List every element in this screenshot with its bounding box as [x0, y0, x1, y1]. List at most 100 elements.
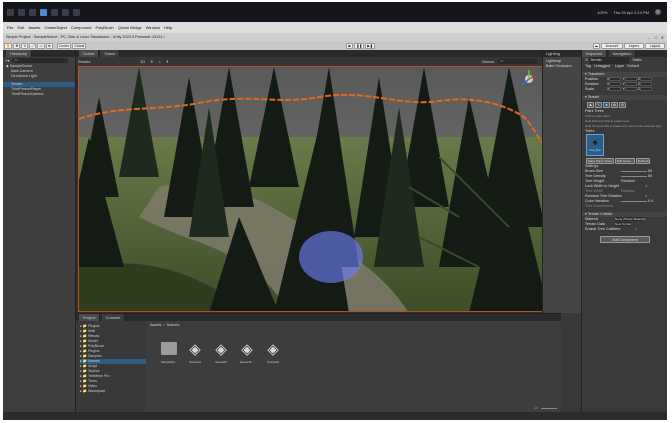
- scale-x-field[interactable]: [609, 87, 622, 92]
- brush-size-slider[interactable]: [621, 170, 647, 172]
- user-avatar[interactable]: E: [655, 9, 661, 15]
- tree-density-value[interactable]: 80: [648, 174, 652, 178]
- menu-polybrush[interactable]: PolyBrush: [96, 25, 114, 30]
- paint-texture-tool-icon[interactable]: ✎: [595, 101, 602, 108]
- 2d-toggle[interactable]: 2D: [140, 60, 145, 64]
- folder-tree-item[interactable]: ▸ 📁 Workspace: [80, 389, 146, 394]
- battery-status[interactable]: 100%: [597, 10, 607, 15]
- scale-z-field[interactable]: [640, 87, 653, 92]
- clock[interactable]: Thu 20 Apr 2:14 PM: [613, 10, 649, 15]
- paint-trees-tool-icon[interactable]: ♣: [603, 101, 610, 108]
- position-x-field[interactable]: [609, 77, 622, 82]
- tab-lighting[interactable]: Lighting: [546, 51, 560, 56]
- position-y-field[interactable]: [624, 77, 637, 82]
- rotate-tool-button[interactable]: ↻: [21, 42, 29, 49]
- layers-dropdown[interactable]: Layers: [624, 42, 644, 49]
- rect-tool-button[interactable]: ▭: [37, 42, 45, 49]
- account-dropdown[interactable]: Account: [601, 42, 623, 49]
- cloud-icon[interactable]: ☁: [592, 42, 600, 49]
- close-icon[interactable]: ✕: [661, 35, 664, 40]
- tab-scene[interactable]: Scene: [79, 50, 100, 57]
- breadcrumb-item[interactable]: Scenes: [167, 323, 180, 327]
- create-dropdown-icon[interactable]: +▾: [5, 58, 9, 63]
- static-toggle[interactable]: Static: [632, 58, 641, 62]
- asset-tile[interactable]: SampleSc...: [156, 342, 182, 364]
- asset-tile[interactable]: ◈ Scene01: [182, 342, 208, 364]
- space-toggle[interactable]: Global: [72, 42, 87, 49]
- terrain-data-object-field[interactable]: New Terrain: [615, 222, 631, 226]
- scale-tool-button[interactable]: ⤢: [29, 42, 37, 49]
- workspace-icon[interactable]: [29, 8, 36, 16]
- object-name-field[interactable]: Terrain: [589, 57, 630, 64]
- pause-button[interactable]: ❚❚: [354, 42, 365, 49]
- scale-y-field[interactable]: [624, 87, 637, 92]
- tab-game[interactable]: Game: [100, 50, 121, 57]
- shading-mode-dropdown[interactable]: Shaded: [78, 60, 90, 64]
- color-variation-slider[interactable]: [621, 200, 647, 202]
- rotation-y-field[interactable]: [624, 82, 637, 87]
- edit-trees-button[interactable]: Edit Trees...: [614, 158, 635, 164]
- minimize-icon[interactable]: ‒: [648, 35, 650, 40]
- effects-toggle-icon[interactable]: ✦: [166, 59, 169, 64]
- hierarchy-item-directional-light[interactable]: Directional Light: [3, 74, 75, 79]
- project-search-input[interactable]: [489, 315, 549, 320]
- rotation-x-field[interactable]: [609, 82, 622, 87]
- tree-height-toggle[interactable]: Random: [621, 179, 635, 183]
- asset-tile[interactable]: ◈ SceneTe...: [234, 342, 260, 364]
- workspace-icon[interactable]: [62, 8, 69, 16]
- paint-details-tool-icon[interactable]: ✿: [611, 101, 618, 108]
- terrain-settings-tool-icon[interactable]: ⚙: [619, 101, 627, 108]
- brush-size-value[interactable]: 55: [648, 169, 652, 173]
- play-button[interactable]: ▶: [346, 42, 354, 49]
- asset-tile[interactable]: ◈ Scene04: [260, 342, 286, 364]
- tag-dropdown[interactable]: Untagged: [594, 64, 610, 68]
- menu-file[interactable]: File: [7, 25, 13, 30]
- layout-dropdown[interactable]: Layout: [645, 42, 665, 49]
- zoom-slider[interactable]: [541, 407, 557, 409]
- tab-inspector[interactable]: Inspector: [582, 50, 608, 57]
- scene-search-input[interactable]: All: [498, 59, 538, 64]
- menu-help[interactable]: Help: [164, 25, 172, 30]
- tab-navigation[interactable]: Navigation: [608, 50, 637, 57]
- menu-window[interactable]: Window: [146, 25, 160, 30]
- lighting-item[interactable]: Bake Occlusion: [543, 64, 581, 69]
- tree-prototype-thumb[interactable]: ♠ Tree_Pine: [586, 134, 604, 156]
- raise-terrain-tool-icon[interactable]: ⛰: [587, 101, 594, 108]
- hierarchy-search-input[interactable]: All: [12, 58, 69, 63]
- tree-density-slider[interactable]: [621, 175, 647, 177]
- refresh-button[interactable]: Refresh: [635, 158, 651, 164]
- workspace-icon[interactable]: [73, 8, 80, 16]
- rotation-z-field[interactable]: [640, 82, 653, 87]
- step-button[interactable]: ▶❚: [365, 42, 375, 49]
- workspace-icon[interactable]: [7, 8, 14, 16]
- tab-hierarchy[interactable]: Hierarchy: [6, 50, 33, 57]
- menu-component[interactable]: Component: [71, 25, 92, 30]
- position-z-field[interactable]: [640, 77, 653, 82]
- scene-viewport[interactable]: [78, 66, 545, 312]
- transform-tool-button[interactable]: ⊕: [45, 42, 53, 49]
- pivot-toggle[interactable]: Center: [56, 42, 72, 49]
- workspace-icon[interactable]: [18, 8, 25, 16]
- tab-project[interactable]: Project: [79, 314, 101, 321]
- breadcrumb-item[interactable]: Assets: [150, 323, 161, 327]
- audio-toggle-icon[interactable]: ♪: [159, 59, 161, 64]
- menu-gameobject[interactable]: GameObject: [44, 25, 66, 30]
- gizmos-dropdown[interactable]: Gizmos: [482, 60, 494, 64]
- lock-width-checkbox[interactable]: ✓: [645, 184, 648, 188]
- lighting-toggle-icon[interactable]: ☀: [150, 59, 154, 64]
- hand-tool-button[interactable]: ✋: [4, 42, 13, 49]
- color-variation-value[interactable]: 0.4: [648, 199, 653, 203]
- move-tool-button[interactable]: ✥: [13, 42, 21, 49]
- menu-quixel[interactable]: Quixel Bridge: [118, 25, 142, 30]
- enable-tree-colliders-checkbox[interactable]: ✓: [635, 227, 638, 231]
- asset-tile[interactable]: ◈ Scene02: [208, 342, 234, 364]
- tab-console[interactable]: Console: [101, 314, 126, 321]
- maximize-icon[interactable]: □: [654, 35, 656, 40]
- workspace-icon[interactable]: [51, 8, 58, 16]
- random-rotation-checkbox[interactable]: ✓: [645, 194, 648, 198]
- menu-assets[interactable]: Assets: [28, 25, 40, 30]
- layer-dropdown[interactable]: Default: [627, 64, 639, 68]
- active-workspace-icon[interactable]: [40, 8, 47, 16]
- hierarchy-item-third-person-camera[interactable]: ThirdPersonCamera: [3, 92, 75, 97]
- menu-edit[interactable]: Edit: [17, 25, 24, 30]
